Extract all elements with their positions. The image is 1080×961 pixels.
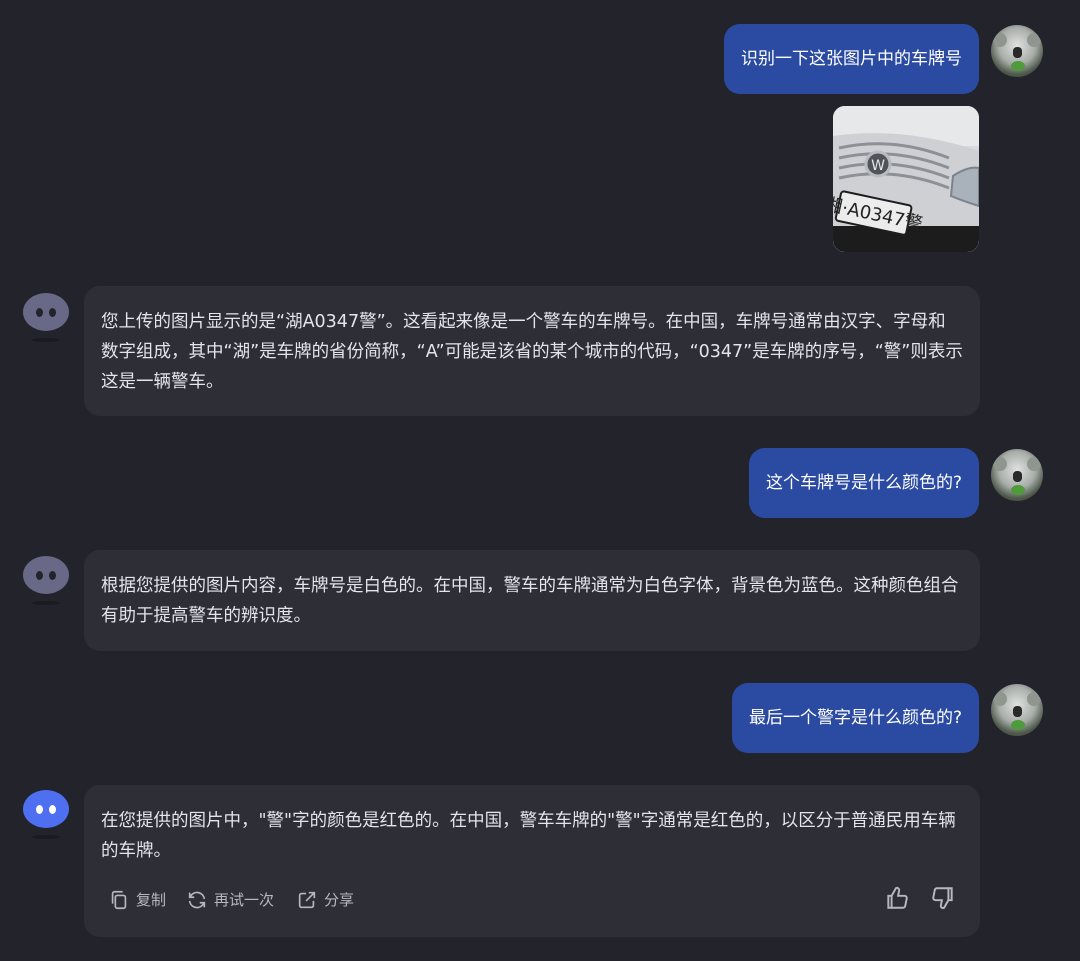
svg-text:W: W [871,158,885,174]
user-message-bubble: 最后一个警字是什么颜色的? [731,683,979,753]
retry-button[interactable]: 再试一次 [186,885,274,915]
user-message-bubble: 这个车牌号是什么颜色的? [748,448,979,518]
share-button[interactable]: 分享 [296,885,354,915]
assistant-message-text: 根据您提供的图片内容，车牌号是白色的。在中国，警车的车牌通常为白色字体，背景色为… [101,576,959,626]
assistant-message-bubble: 您上传的图片显示的是“湖A0347警”。这看起来像是一个警车的车牌号。在中国，车… [84,286,980,416]
user-avatar[interactable] [991,684,1043,736]
copy-button[interactable]: 复制 [108,885,166,915]
user-avatar[interactable] [991,25,1043,77]
user-message-text: 这个车牌号是什么颜色的? [765,473,962,493]
thumbs-down-icon[interactable] [930,885,956,911]
car-photo: W 湘·A0347警 [833,106,979,252]
uploaded-car-image[interactable]: W 湘·A0347警 [833,106,979,252]
assistant-avatar [23,556,69,605]
thumbs-up-icon[interactable] [884,885,910,911]
share-label: 分享 [324,891,355,909]
copy-icon [111,890,127,910]
assistant-message-bubble: 在您提供的图片中，"警"字的颜色是红色的。在中国，警车车牌的"警"字通常是红色的… [84,785,980,937]
refresh-icon [188,891,206,909]
copy-label: 复制 [136,891,167,909]
user-message-text: 最后一个警字是什么颜色的? [748,708,962,728]
assistant-avatar [23,293,69,342]
share-icon [298,891,316,909]
retry-label: 再试一次 [214,891,275,909]
assistant-message-text: 您上传的图片显示的是“湖A0347警”。这看起来像是一个警车的车牌号。在中国，车… [101,312,963,392]
assistant-message-bubble: 根据您提供的图片内容，车牌号是白色的。在中国，警车的车牌通常为白色字体，背景色为… [84,550,980,651]
user-avatar[interactable] [991,449,1043,501]
user-message-text: 识别一下这张图片中的车牌号 [741,49,962,69]
user-message-bubble: 识别一下这张图片中的车牌号 [724,24,979,94]
assistant-message-text: 在您提供的图片中，"警"字的颜色是红色的。在中国，警车车牌的"警"字通常是红色的… [101,811,956,861]
assistant-avatar [23,790,69,839]
message-action-bar: 复制 再试一次 分享 [108,885,956,915]
